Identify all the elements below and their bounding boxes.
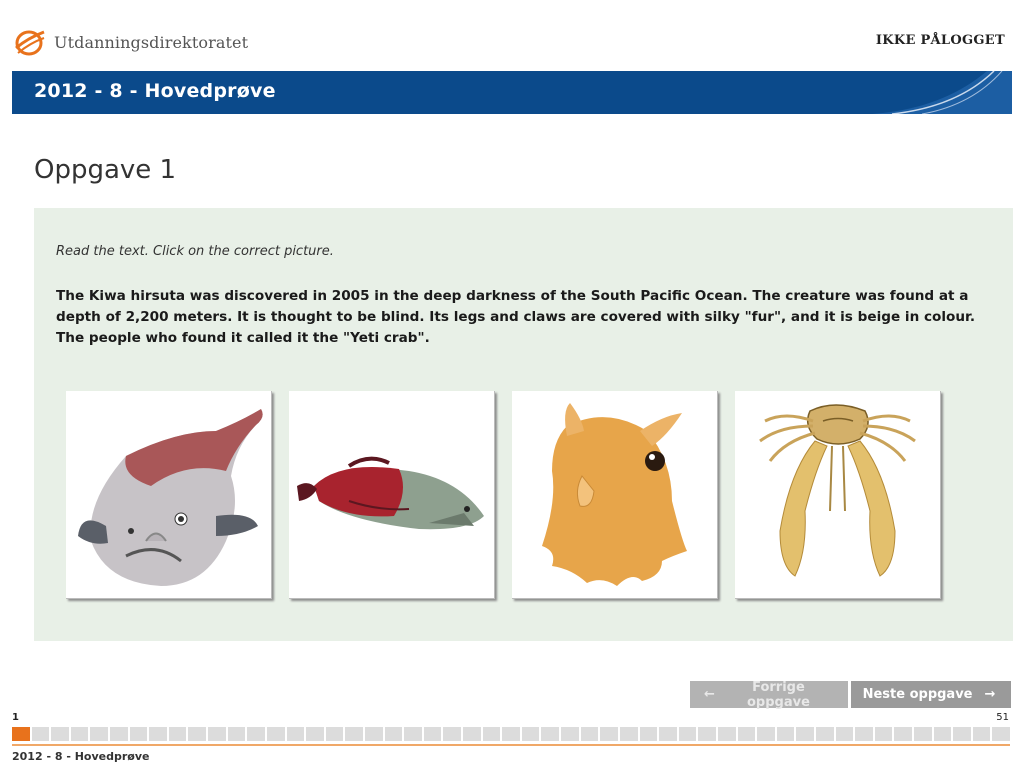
- progress-step-27[interactable]: [521, 727, 540, 741]
- login-status[interactable]: IKKE PÅLOGGET: [876, 33, 1005, 48]
- progress-step-20[interactable]: [384, 727, 403, 741]
- next-task-label: Neste oppgave: [862, 687, 973, 702]
- progress-step-44[interactable]: [855, 727, 873, 741]
- arowana-fish-picture-icon: [297, 456, 484, 530]
- progress-step-35[interactable]: [678, 727, 697, 741]
- progress-step-16[interactable]: [306, 727, 324, 741]
- udir-logo-icon: [15, 30, 45, 56]
- progress-step-32[interactable]: [619, 727, 638, 741]
- progress-step-23[interactable]: [443, 727, 462, 741]
- footer-title: 2012 - 8 - Hovedprøve: [12, 750, 150, 763]
- arrow-right-icon: →: [984, 687, 996, 702]
- banner-swoosh-icon: [872, 71, 1012, 114]
- progress-step-40[interactable]: [776, 727, 795, 741]
- progress-current: 1: [12, 712, 19, 723]
- progress-step-30[interactable]: [580, 727, 599, 741]
- progress-step-39[interactable]: [757, 727, 775, 741]
- progress-step-21[interactable]: [404, 727, 422, 741]
- progress-step-1[interactable]: [12, 727, 30, 741]
- progress-bar: [12, 727, 1011, 741]
- progress-step-22[interactable]: [423, 727, 442, 741]
- test-banner: 2012 - 8 - Hovedprøve: [12, 71, 1012, 114]
- progress-step-9[interactable]: [168, 727, 187, 741]
- progress-step-5[interactable]: [90, 727, 109, 741]
- arrow-left-icon: ←: [704, 687, 715, 702]
- progress-step-37[interactable]: [717, 727, 736, 741]
- progress-step-45[interactable]: [874, 727, 893, 741]
- answer-choices: [66, 391, 941, 599]
- progress-total: 51: [996, 712, 1009, 723]
- task-panel: Read the text. Click on the correct pict…: [34, 208, 1013, 641]
- progress-step-43[interactable]: [835, 727, 854, 741]
- previous-task-button[interactable]: ← Forrige oppgave: [690, 679, 848, 710]
- task-navigation: ← Forrige oppgave Neste oppgave →: [690, 679, 1011, 710]
- task-passage: The Kiwa hirsuta was discovered in 2005 …: [56, 288, 975, 346]
- progress-step-12[interactable]: [227, 727, 246, 741]
- progress-step-26[interactable]: [502, 727, 520, 741]
- progress-step-3[interactable]: [51, 727, 69, 741]
- progress-step-50[interactable]: [972, 727, 991, 741]
- answer-choice-1[interactable]: [66, 391, 272, 599]
- progress-step-15[interactable]: [286, 727, 305, 741]
- progress-step-8[interactable]: [149, 727, 167, 741]
- progress-step-17[interactable]: [325, 727, 344, 741]
- previous-task-label: Forrige oppgave: [746, 679, 810, 710]
- progress-step-46[interactable]: [894, 727, 913, 741]
- yeti-crab-picture-icon: [759, 404, 916, 577]
- progress-step-29[interactable]: [561, 727, 579, 741]
- progress-step-4[interactable]: [70, 727, 89, 741]
- logo-text: Utdanningsdirektoratet: [54, 32, 249, 52]
- dumbo-octopus-picture-icon: [542, 403, 687, 586]
- banner-title: 2012 - 8 - Hovedprøve: [34, 80, 276, 102]
- progress-step-25[interactable]: [482, 727, 501, 741]
- blobfish-picture-icon: [78, 409, 263, 586]
- top-bar: Utdanningsdirektoratet IKKE PÅLOGGET: [0, 0, 1025, 70]
- footer-divider: [12, 744, 1010, 746]
- progress-step-19[interactable]: [364, 727, 383, 741]
- progress-step-14[interactable]: [266, 727, 285, 741]
- progress-step-38[interactable]: [737, 727, 756, 741]
- progress-step-41[interactable]: [796, 727, 814, 741]
- progress-step-6[interactable]: [110, 727, 128, 741]
- progress-step-36[interactable]: [698, 727, 716, 741]
- progress-step-47[interactable]: [914, 727, 932, 741]
- progress-step-10[interactable]: [188, 727, 207, 741]
- answer-choice-2[interactable]: [289, 391, 495, 599]
- progress-step-49[interactable]: [953, 727, 971, 741]
- progress-step-28[interactable]: [541, 727, 560, 741]
- logo[interactable]: Utdanningsdirektoratet: [14, 28, 248, 56]
- task-instruction: Read the text. Click on the correct pict…: [56, 244, 334, 259]
- progress-step-18[interactable]: [345, 727, 363, 741]
- progress-step-33[interactable]: [639, 727, 658, 741]
- progress-step-34[interactable]: [659, 727, 677, 741]
- progress-step-2[interactable]: [31, 727, 50, 741]
- answer-choice-3[interactable]: [512, 391, 718, 599]
- progress-step-7[interactable]: [129, 727, 148, 741]
- progress-step-31[interactable]: [600, 727, 618, 741]
- task-title: Oppgave 1: [34, 155, 177, 185]
- next-task-button[interactable]: Neste oppgave →: [851, 681, 1011, 708]
- progress-step-51[interactable]: [992, 727, 1011, 741]
- progress-step-24[interactable]: [463, 727, 481, 741]
- progress-step-13[interactable]: [247, 727, 265, 741]
- progress-step-11[interactable]: [208, 727, 226, 741]
- progress-step-42[interactable]: [815, 727, 834, 741]
- answer-choice-4[interactable]: [735, 391, 941, 599]
- progress-step-48[interactable]: [933, 727, 952, 741]
